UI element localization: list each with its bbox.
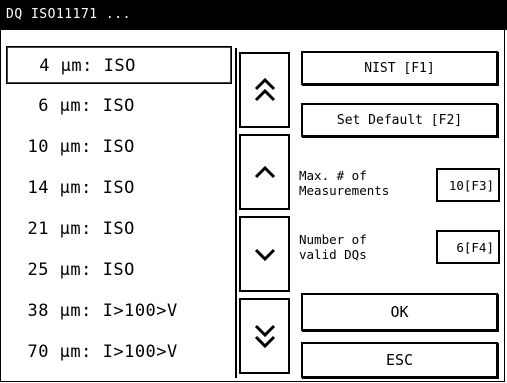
ok-button[interactable]: OK (301, 293, 498, 331)
max-measurements-field[interactable]: 10[F3] (436, 168, 500, 202)
list-item[interactable]: 25 µm: ISO (6, 251, 232, 289)
window-title: DQ ISO11171 ... (6, 7, 131, 22)
list-item[interactable]: 10 µm: ISO (6, 128, 232, 166)
chevron-up-icon (254, 165, 275, 179)
scroll-up-button[interactable] (239, 134, 290, 210)
nist-button[interactable]: NIST [F1] (301, 51, 498, 85)
chevron-down-icon (254, 248, 275, 262)
page-down-button[interactable] (239, 298, 290, 374)
valid-dqs-field[interactable]: 6[F4] (436, 230, 500, 264)
particle-size-list[interactable]: 4 µm: ISO 6 µm: ISO 10 µm: ISO 14 µm: IS… (6, 46, 234, 378)
page-up-button[interactable] (239, 52, 290, 128)
title-bar: DQ ISO11171 ... (0, 0, 507, 30)
list-item[interactable]: 38 µm: I>100>V (6, 292, 232, 330)
max-measurements-label: Max. # of Measurements (299, 168, 390, 198)
set-default-button[interactable]: Set Default [F2] (301, 103, 498, 137)
valid-dqs-label: Number of valid DQs (299, 232, 367, 262)
dialog-window: DQ ISO11171 ... 4 µm: ISO 6 µm: ISO 10 µ… (0, 0, 507, 383)
list-item[interactable]: 70 µm: I>100>V (6, 333, 232, 371)
double-chevron-down-icon (254, 324, 275, 349)
scroll-down-button[interactable] (239, 216, 290, 292)
list-item[interactable]: 4 µm: ISO (6, 46, 232, 84)
esc-button[interactable]: ESC (301, 342, 498, 378)
list-item[interactable]: 14 µm: ISO (6, 169, 232, 207)
scroll-controls (235, 48, 292, 378)
list-item[interactable]: 6 µm: ISO (6, 87, 232, 125)
list-item[interactable]: 21 µm: ISO (6, 210, 232, 248)
double-chevron-up-icon (254, 77, 275, 102)
